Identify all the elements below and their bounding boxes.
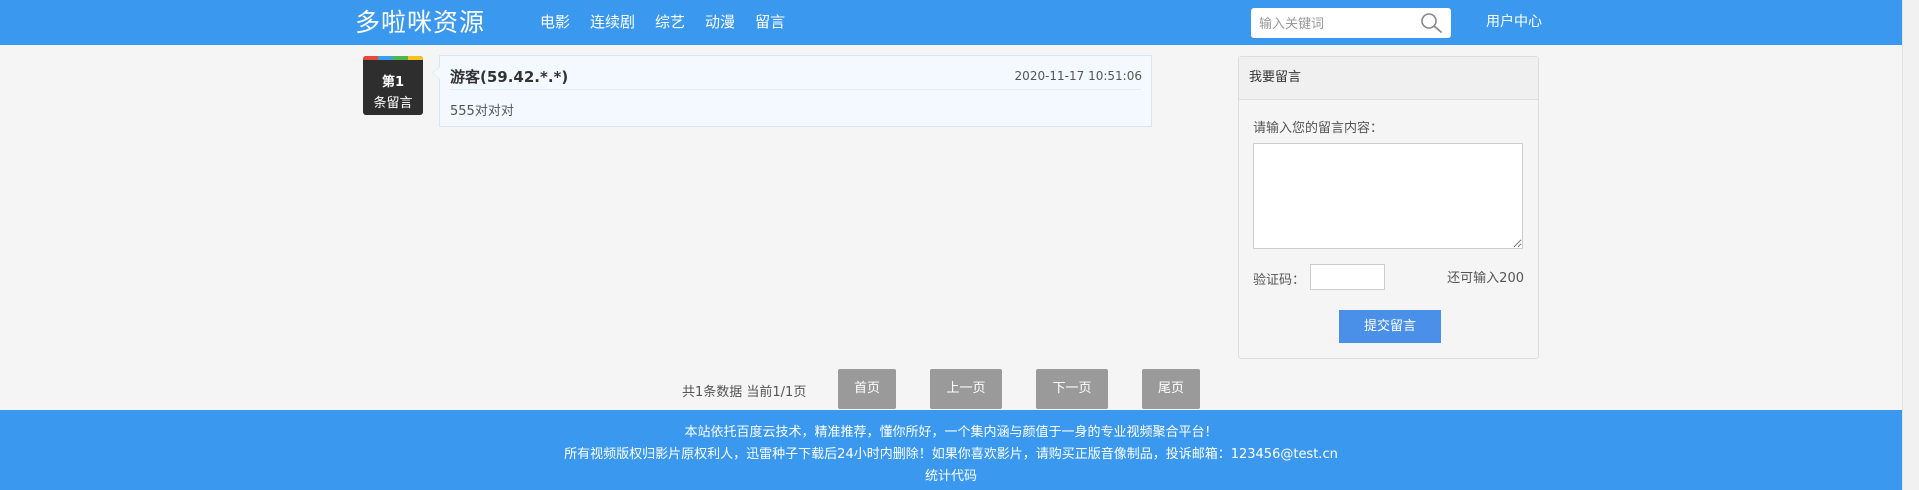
footer-slogan: 本站依托百度云技术，精准推荐，懂你所好，一个集内涵与颜值于一身的专业视频聚合平台… [684,425,1218,440]
nav-item-variety[interactable]: 综艺 [655,0,685,45]
first-page-button[interactable]: 首页 [838,369,896,409]
site-logo[interactable]: 多啦咪资源 [355,6,485,40]
page-scrollbar[interactable] [1902,0,1919,490]
next-page-button[interactable]: 下一页 [1036,369,1108,409]
guestbook-form-panel: 我要留言 请输入您的留言内容： 验证码： 还可输入200 提交留言 [1238,56,1539,359]
message-divider [450,89,1141,90]
main-nav: 电影 连续剧 综艺 动漫 留言 [540,0,805,45]
pagination-info: 共1条数据 当前1/1页 [682,385,807,400]
nav-item-anime[interactable]: 动漫 [705,0,735,45]
nav-item-movies[interactable]: 电影 [540,0,570,45]
footer-stats-code: 统计代码 [924,469,977,484]
nav-item-series[interactable]: 连续剧 [590,0,635,45]
message-timestamp: 2020-11-17 10:51:06 [1014,69,1142,83]
stripe-blue [378,56,393,60]
badge-color-stripe [363,56,423,60]
badge-floor-label: 条留言 [373,96,413,111]
remaining-chars-counter: 还可输入200 [1447,271,1524,286]
search-box [1251,8,1451,38]
top-header: 多啦咪资源 电影 连续剧 综艺 动漫 留言 用户中心 [0,0,1902,45]
search-icon[interactable] [1419,12,1443,34]
user-center-link[interactable]: 用户中心 [1486,0,1542,45]
message-author: 游客(59.42.*.*) [450,68,569,86]
stripe-green [393,56,408,60]
submit-message-button[interactable]: 提交留言 [1339,310,1441,343]
badge-floor-number: 第1 [381,75,405,90]
stripe-red [363,56,378,60]
prev-page-button[interactable]: 上一页 [930,369,1002,409]
search-input[interactable] [1257,12,1411,36]
site-footer: 本站依托百度云技术，精准推荐，懂你所好，一个集内涵与颜值于一身的专业视频聚合平台… [0,410,1902,490]
last-page-button[interactable]: 尾页 [1142,369,1200,409]
message-card: 游客(59.42.*.*) 2020-11-17 10:51:06 555对对对 [432,55,1152,127]
message-textarea[interactable] [1253,143,1523,249]
message-content: 555对对对 [450,104,514,119]
message-floor-badge: 第1 条留言 [363,56,423,115]
footer-copyright-notice: 所有视频版权归影片原权利人，迅雷种子下载后24小时内删除！如果你喜欢影片，请购买… [564,447,1338,462]
nav-item-guestbook[interactable]: 留言 [755,0,785,45]
stripe-yellow [408,56,423,60]
captcha-label: 验证码： [1253,273,1306,288]
form-title: 我要留言 [1239,57,1538,100]
captcha-input[interactable] [1310,264,1385,290]
content-prompt-label: 请输入您的留言内容： [1253,121,1384,136]
